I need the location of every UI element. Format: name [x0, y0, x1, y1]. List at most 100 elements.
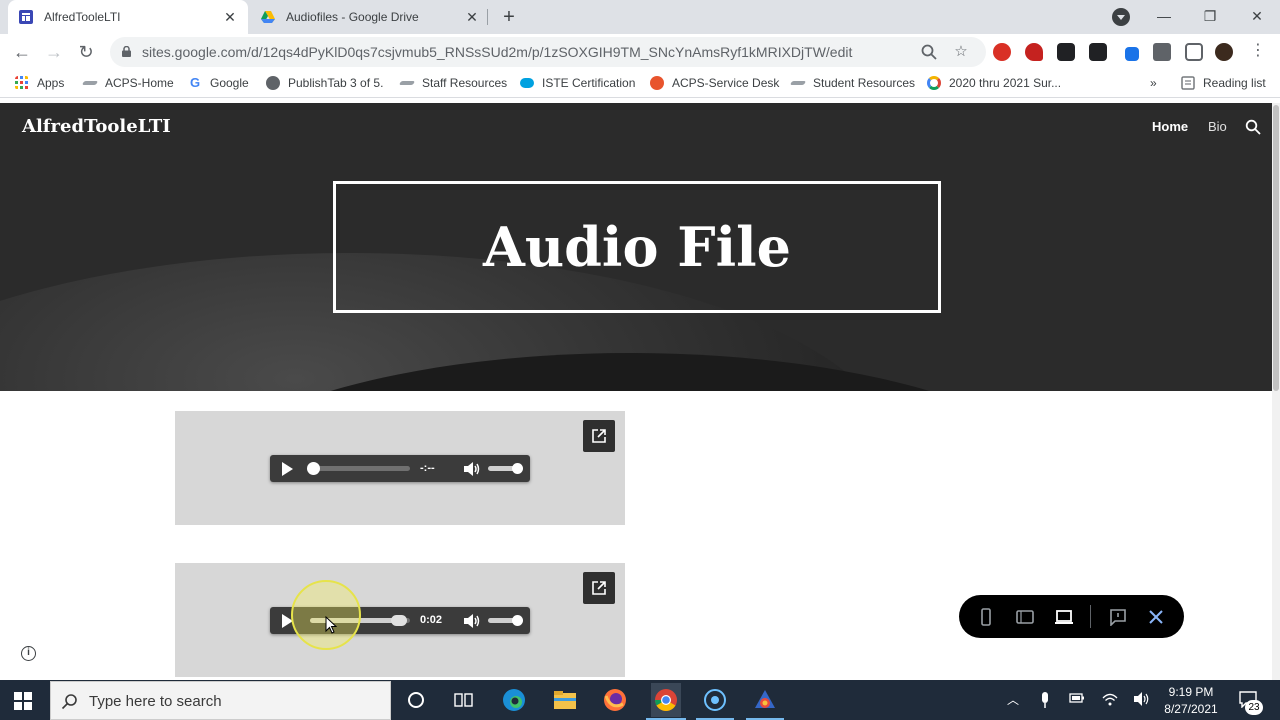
tab-close-icon[interactable]: ✕: [464, 9, 480, 25]
audio-embed-1: -:--: [175, 411, 625, 525]
acps-home-icon: [81, 81, 99, 85]
minimize-button[interactable]: —: [1152, 5, 1176, 27]
notification-count-badge: 23: [1245, 700, 1263, 715]
audio-embed-2: 0:02: [175, 563, 625, 677]
restore-button[interactable]: ❐: [1198, 5, 1222, 27]
bookmark-publishtab[interactable]: PublishTab 3 of 5.: [266, 76, 383, 90]
task-view-icon[interactable]: [450, 686, 478, 714]
system-clock[interactable]: 9:19 PM 8/27/2021: [1155, 684, 1227, 718]
volume-slider[interactable]: [488, 463, 523, 474]
url-text[interactable]: sites.google.com/d/12qs4dPyKlD0qs7csjvmu…: [142, 44, 852, 60]
microphone-icon[interactable]: [1037, 692, 1053, 708]
survey-ring-icon: [927, 76, 941, 90]
bookmark-label: Staff Resources: [422, 76, 508, 90]
apps-grid-icon: [15, 76, 28, 89]
bookmark-label: PublishTab 3 of 5.: [288, 76, 384, 90]
extension-screencast-icon[interactable]: [1057, 43, 1075, 61]
cursor-highlight: [291, 580, 361, 650]
open-in-new-window-button[interactable]: [583, 420, 615, 452]
feedback-icon[interactable]: [1109, 608, 1127, 626]
extension-pen-icon[interactable]: [1125, 47, 1139, 61]
show-hidden-icons-chevron-icon[interactable]: ︿: [1005, 692, 1021, 708]
reading-list-button[interactable]: Reading list: [1181, 76, 1266, 90]
screen-recorder-icon[interactable]: [701, 686, 729, 714]
bookmark-student-resources[interactable]: Student Resources: [789, 76, 915, 90]
extension-talk-icon[interactable]: [1025, 43, 1043, 61]
bookmark-iste-certification[interactable]: ISTE Certification: [520, 76, 635, 90]
page-title-frame: Audio File: [333, 181, 941, 313]
taskbar-search-box[interactable]: Type here to search: [50, 681, 391, 720]
windows-start-icon[interactable]: [14, 692, 32, 710]
tab-google-drive[interactable]: Audiofiles - Google Drive ✕: [250, 0, 490, 34]
service-desk-icon: [650, 76, 664, 90]
forward-arrow-icon[interactable]: →: [43, 41, 65, 63]
zoom-icon[interactable]: [920, 43, 938, 61]
volume-icon[interactable]: [463, 461, 481, 477]
laptop-preview-icon[interactable]: [1055, 608, 1073, 626]
edge-icon[interactable]: [500, 686, 528, 714]
firefox-icon[interactable]: [601, 686, 629, 714]
bookmark-label: 2020 thru 2021 Sur...: [949, 76, 1062, 90]
nav-home-link[interactable]: Home: [1152, 119, 1188, 134]
bookmark-star-icon[interactable]: ☆: [952, 43, 970, 61]
bookmark-acps-service-desk[interactable]: ACPS-Service Desk: [650, 76, 779, 90]
bookmarks-overflow-button[interactable]: »: [1150, 76, 1157, 90]
page-scrollbar[interactable]: [1272, 103, 1280, 680]
new-tab-button[interactable]: +: [498, 6, 520, 28]
back-arrow-icon[interactable]: ←: [11, 41, 33, 63]
nav-bio-link[interactable]: Bio: [1208, 119, 1227, 134]
audio-player: -:--: [270, 455, 530, 482]
tab-title: Audiofiles - Google Drive: [286, 10, 419, 24]
bookmark-apps[interactable]: Apps: [15, 76, 64, 90]
reading-list-label: Reading list: [1203, 76, 1266, 90]
preview-toolbar-divider: [1090, 605, 1091, 628]
chrome-menu-icon[interactable]: ⋮: [1250, 43, 1266, 61]
staff-resources-icon: [398, 81, 416, 85]
seek-bar[interactable]: [307, 462, 410, 475]
bookmark-acps-home[interactable]: ACPS-Home: [81, 76, 174, 90]
seek-handle[interactable]: [391, 615, 407, 626]
volume-handle[interactable]: [512, 463, 523, 474]
profile-avatar-icon[interactable]: [1215, 43, 1233, 61]
address-bar[interactable]: sites.google.com/d/12qs4dPyKlD0qs7csjvmu…: [110, 37, 986, 67]
volume-icon[interactable]: [463, 613, 481, 629]
wifi-icon[interactable]: [1102, 692, 1118, 708]
scrollbar-thumb[interactable]: [1273, 105, 1279, 391]
volume-handle[interactable]: [512, 615, 523, 626]
close-icon[interactable]: [1147, 608, 1165, 626]
extension-grid-icon[interactable]: [1089, 43, 1107, 61]
chrome-icon[interactable]: [651, 683, 681, 717]
window-close-button[interactable]: ✕: [1245, 5, 1269, 27]
extension-record-icon[interactable]: [993, 43, 1011, 61]
play-icon[interactable]: [282, 462, 293, 476]
site-name[interactable]: AlfredTooleLTI: [22, 116, 171, 137]
cast-icon[interactable]: [1185, 43, 1203, 61]
bookmark-survey[interactable]: 2020 thru 2021 Sur...: [927, 76, 1061, 90]
seek-handle[interactable]: [307, 462, 320, 475]
hero-banner: AlfredTooleLTI Home Bio Audio File: [0, 103, 1272, 391]
open-in-new-icon: [592, 581, 606, 595]
mouse-pointer-icon: [325, 616, 337, 634]
search-icon[interactable]: [1245, 119, 1261, 135]
battery-icon[interactable]: [1069, 692, 1085, 708]
open-in-new-icon: [592, 429, 606, 443]
open-in-new-window-button[interactable]: [583, 572, 615, 604]
tablet-preview-icon[interactable]: [1016, 608, 1034, 626]
reload-icon[interactable]: ↻: [75, 41, 97, 63]
file-explorer-icon[interactable]: [551, 686, 579, 714]
tab-close-icon[interactable]: ✕: [222, 9, 238, 25]
info-icon[interactable]: i: [21, 646, 36, 661]
classroom-app-icon[interactable]: [751, 686, 779, 714]
bookmark-label: ISTE Certification: [542, 76, 636, 90]
bookmark-google[interactable]: G Google: [188, 76, 249, 91]
tab-search-icon[interactable]: [1112, 8, 1130, 26]
phone-preview-icon[interactable]: [977, 608, 995, 626]
extensions-puzzle-icon[interactable]: [1153, 43, 1171, 61]
volume-slider[interactable]: [488, 615, 523, 626]
tab-title: AlfredTooleLTI: [44, 10, 121, 24]
speaker-volume-icon[interactable]: [1133, 692, 1149, 708]
cortana-icon[interactable]: [402, 686, 430, 714]
bookmark-staff-resources[interactable]: Staff Resources: [398, 76, 508, 90]
tab-alfredtoolelti[interactable]: AlfredTooleLTI ✕: [8, 0, 248, 34]
student-resources-icon: [789, 81, 807, 85]
